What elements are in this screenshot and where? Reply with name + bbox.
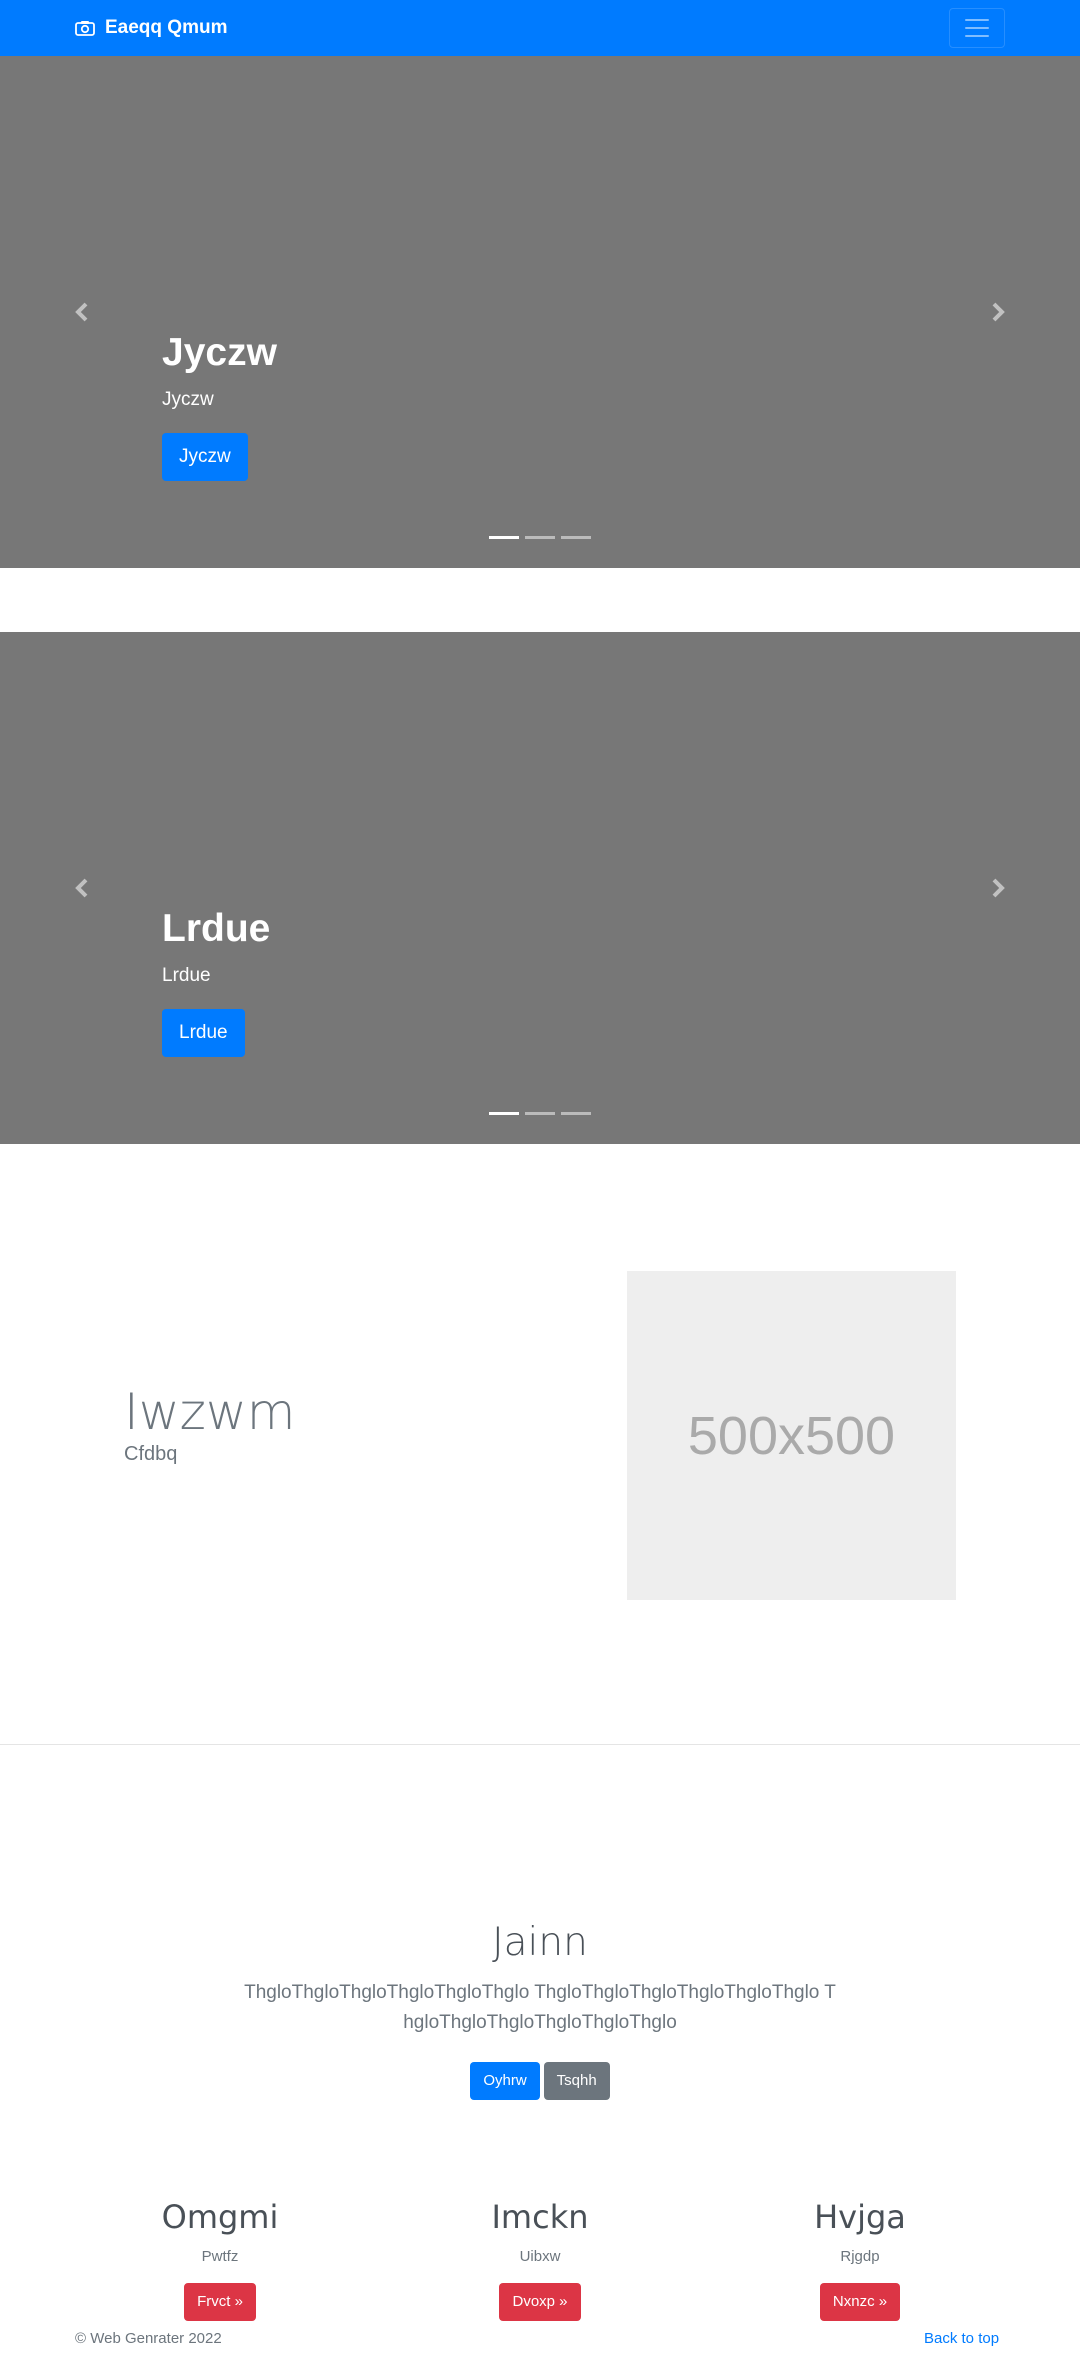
- placeholder-image-label: 500x500: [687, 1405, 896, 1466]
- navbar: Eaeqq Qmum: [0, 0, 1080, 56]
- placeholder-image: 500x500: [627, 1271, 956, 1600]
- featurette-divider: [0, 1744, 1080, 1745]
- carousel-indicator[interactable]: [489, 536, 519, 539]
- carousel-indicator[interactable]: [525, 1112, 555, 1115]
- chevron-right-icon: [992, 302, 1005, 322]
- feature-column: Imckn Uibxw Dvoxp »: [390, 2198, 690, 2321]
- column-button[interactable]: Dvoxp »: [499, 2283, 581, 2321]
- carousel-heading: Jyczw: [162, 331, 277, 374]
- column-text: Uibxw: [519, 2248, 561, 2265]
- hero-carousel-2: Lrdue Lrdue Lrdue: [0, 632, 1080, 1144]
- carousel-text: Lrdue: [162, 964, 211, 986]
- chevron-left-icon: [75, 878, 88, 898]
- hamburger-menu-icon: [965, 19, 989, 37]
- carousel-next-button[interactable]: [986, 299, 1010, 325]
- camera-icon: [75, 21, 95, 36]
- carousel-text: Jyczw: [162, 388, 214, 410]
- carousel-cta-button[interactable]: Lrdue: [162, 1008, 245, 1057]
- carousel-heading: Lrdue: [162, 907, 271, 950]
- column-text: Pwtfz: [201, 2248, 239, 2265]
- carousel-indicators: [489, 1112, 591, 1115]
- column-button[interactable]: Nxnzc »: [819, 2283, 901, 2321]
- brand-name: Eaeqq Qmum: [105, 17, 228, 38]
- carousel-prev-button[interactable]: [70, 875, 94, 901]
- brand-link[interactable]: Eaeqq Qmum: [75, 0, 227, 56]
- column-heading: Omgmi: [161, 2198, 279, 2236]
- jumbotron-title: Jainn: [492, 1920, 588, 1965]
- column-heading: Hvjga: [814, 2198, 906, 2236]
- feature-column: Hvjga Rjgdp Nxnzc »: [710, 2198, 1010, 2321]
- carousel-cta-button[interactable]: Jyczw: [162, 432, 248, 481]
- carousel-caption: Lrdue Lrdue Lrdue: [162, 906, 270, 1057]
- column-button[interactable]: Frvct »: [184, 2283, 256, 2321]
- chevron-right-icon: [992, 878, 1005, 898]
- footer-copyright: © Web Genrater 2022: [75, 2330, 222, 2347]
- jumbotron-secondary-button[interactable]: Tsqhh: [543, 2062, 610, 2100]
- column-text: Rjgdp: [840, 2248, 880, 2265]
- feature-heading: Iwzwm: [124, 1383, 296, 1441]
- feature-column: Omgmi Pwtfz Frvct »: [70, 2198, 370, 2321]
- feature-lead: Cfdbq: [124, 1443, 178, 1465]
- back-to-top-link[interactable]: Back to top: [924, 2330, 999, 2347]
- hero-carousel-1: Jyczw Jyczw Jyczw: [0, 56, 1080, 568]
- carousel-indicator[interactable]: [525, 536, 555, 539]
- jumbotron-primary-button[interactable]: Oyhrw: [470, 2062, 540, 2100]
- column-heading: Imckn: [491, 2198, 589, 2236]
- carousel-next-button[interactable]: [986, 875, 1010, 901]
- chevron-left-icon: [75, 302, 88, 322]
- carousel-indicators: [489, 536, 591, 539]
- navbar-toggle-button[interactable]: [949, 8, 1005, 48]
- carousel-indicator[interactable]: [561, 536, 591, 539]
- carousel-indicator[interactable]: [489, 1112, 519, 1115]
- carousel-prev-button[interactable]: [70, 299, 94, 325]
- jumbotron-lead: ThgloThgloThgloThgloThgloThglo ThgloThgl…: [244, 1982, 836, 2033]
- carousel-caption: Jyczw Jyczw Jyczw: [162, 330, 277, 481]
- carousel-indicator[interactable]: [561, 1112, 591, 1115]
- jumbotron-buttons: Oyhrw Tsqhh: [0, 2062, 1080, 2100]
